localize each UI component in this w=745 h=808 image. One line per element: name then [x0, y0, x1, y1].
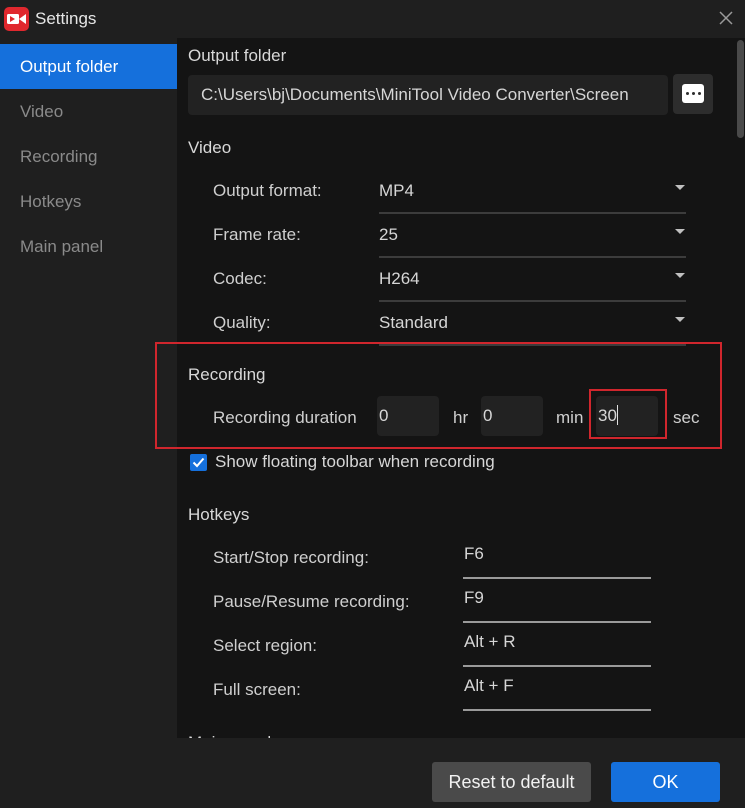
hotkey-start-stop-label: Start/Stop recording:: [213, 548, 369, 567]
frame-rate-select[interactable]: 25: [379, 223, 686, 258]
title-bar: Settings: [0, 0, 745, 38]
output-format-value: MP4: [379, 181, 414, 200]
checkmark-icon: [192, 457, 205, 468]
settings-content: Output folder C:\Users\bj\Documents\Mini…: [177, 38, 745, 738]
frame-rate-value: 25: [379, 225, 398, 244]
minutes-unit-label: min: [556, 408, 584, 427]
hours-unit-label: hr: [453, 408, 469, 427]
text-cursor: [616, 405, 618, 425]
reset-to-default-button[interactable]: Reset to default: [432, 762, 591, 802]
seconds-unit-label: sec: [673, 408, 700, 427]
hotkey-pause-resume-input[interactable]: F9: [463, 588, 651, 623]
quality-select[interactable]: Standard: [379, 311, 686, 346]
hotkey-start-stop-input[interactable]: F6: [463, 544, 651, 579]
window-title: Settings: [35, 9, 97, 28]
recording-heading: Recording: [188, 365, 266, 384]
duration-seconds-value: 30: [598, 406, 617, 425]
output-format-label: Output format:: [213, 181, 322, 200]
hotkey-full-screen-value: Alt + F: [464, 676, 514, 695]
chevron-down-icon: [675, 317, 685, 322]
chevron-down-icon: [675, 185, 685, 190]
content-scrollbar[interactable]: [737, 40, 744, 138]
app-logo-icon: [4, 7, 29, 31]
frame-rate-label: Frame rate:: [213, 225, 301, 244]
sidebar-nav: Output folder Video Recording Hotkeys Ma…: [0, 44, 177, 808]
ok-button[interactable]: OK: [611, 762, 720, 802]
floating-toolbar-label[interactable]: Show floating toolbar when recording: [215, 452, 495, 472]
floating-toolbar-checkbox[interactable]: [190, 454, 207, 471]
dialog-footer: Reset to default OK: [177, 738, 745, 808]
output-format-select[interactable]: MP4: [379, 179, 686, 214]
duration-hours-input[interactable]: 0: [377, 396, 439, 436]
hotkey-pause-resume-label: Pause/Resume recording:: [213, 592, 410, 611]
chevron-down-icon: [675, 273, 685, 278]
hotkey-select-region-value: Alt + R: [464, 632, 516, 651]
video-heading: Video: [188, 138, 232, 157]
hotkey-select-region-input[interactable]: Alt + R: [463, 632, 651, 667]
output-folder-heading: Output folder: [188, 46, 287, 65]
output-folder-path-input[interactable]: C:\Users\bj\Documents\MiniTool Video Con…: [188, 75, 668, 115]
codec-value: H264: [379, 269, 420, 288]
codec-select[interactable]: H264: [379, 267, 686, 302]
recording-duration-label: Recording duration: [213, 408, 357, 427]
hotkey-pause-resume-value: F9: [464, 588, 484, 607]
sidebar-item-video[interactable]: Video: [0, 89, 177, 134]
duration-minutes-input[interactable]: 0: [481, 396, 543, 436]
quality-label: Quality:: [213, 313, 271, 332]
close-icon: [719, 11, 733, 25]
chevron-down-icon: [675, 229, 685, 234]
hotkey-start-stop-value: F6: [464, 544, 484, 563]
hotkeys-heading: Hotkeys: [188, 505, 250, 524]
browse-folder-button[interactable]: [673, 74, 713, 114]
hotkey-select-region-label: Select region:: [213, 636, 317, 655]
codec-label: Codec:: [213, 269, 267, 288]
sidebar-item-hotkeys[interactable]: Hotkeys: [0, 179, 177, 224]
sidebar-item-output-folder[interactable]: Output folder: [0, 44, 177, 89]
close-button[interactable]: [717, 8, 735, 28]
ellipsis-icon: [682, 84, 704, 103]
sidebar-item-main-panel[interactable]: Main panel: [0, 224, 177, 269]
duration-seconds-input[interactable]: 30: [596, 396, 658, 436]
hotkey-full-screen-label: Full screen:: [213, 680, 301, 699]
sidebar-item-recording[interactable]: Recording: [0, 134, 177, 179]
quality-value: Standard: [379, 313, 448, 332]
hotkey-full-screen-input[interactable]: Alt + F: [463, 676, 651, 711]
